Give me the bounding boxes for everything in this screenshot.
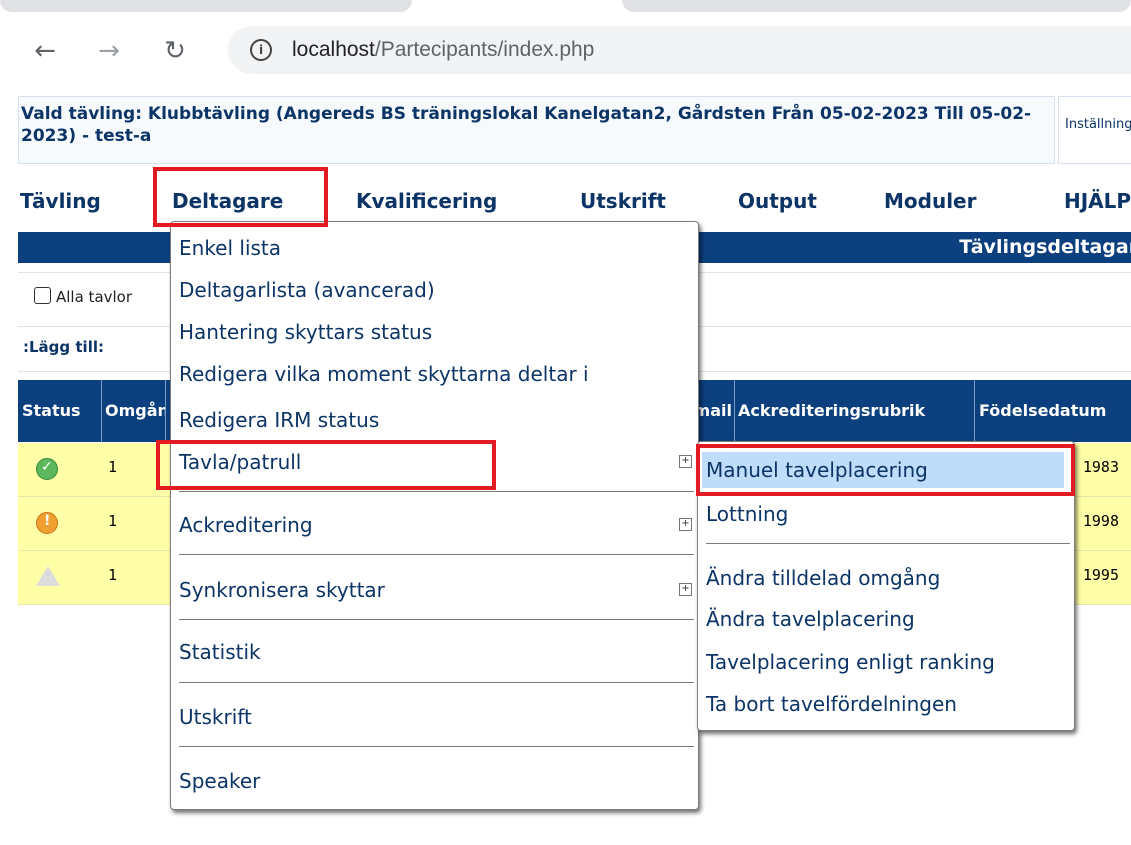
address-bar[interactable]: i localhost/Partecipants/index.php: [228, 26, 1131, 74]
all-boards-label: Alla tavlor: [56, 288, 133, 306]
browser-tab[interactable]: [0, 0, 412, 12]
competition-title: Vald tävling: Klubbtävling (Angereds BS …: [21, 104, 1032, 146]
submenu-item-andra-tavelplacering[interactable]: Ändra tavelplacering: [706, 605, 915, 633]
status-ok-icon: [36, 458, 58, 480]
birthdate-cell: 1998: [1082, 512, 1119, 530]
menu-item-synkronisera[interactable]: Synkronisera skyttar: [179, 576, 385, 604]
menu-item-redigera-moment[interactable]: Redigera vilka moment skyttarna deltar i: [179, 360, 589, 388]
column-fodelsedatum[interactable]: Födelsedatum: [975, 380, 1131, 442]
menu-utskrift[interactable]: Utskrift: [580, 176, 666, 226]
submenu-item-tavelplacering-ranking[interactable]: Tavelplacering enligt ranking: [706, 648, 995, 676]
submenu-arrow-icon: +: [679, 455, 692, 468]
url-path: /Partecipants/index.php: [374, 38, 595, 61]
arrow-right-icon[interactable]: →: [92, 34, 126, 68]
url-host: localhost: [292, 38, 375, 61]
info-icon[interactable]: i: [250, 39, 272, 61]
menu-item-ackreditering[interactable]: Ackreditering: [179, 511, 313, 539]
settings-link-box[interactable]: Inställningar: [1058, 96, 1131, 164]
submenu-item-ta-bort[interactable]: Ta bort tavelfördelningen: [706, 690, 957, 718]
menu-item-enkel-lista[interactable]: Enkel lista: [179, 234, 281, 262]
reload-icon[interactable]: ↻: [158, 34, 192, 68]
status-alert-icon: [36, 566, 60, 586]
submenu-arrow-icon: +: [679, 583, 692, 596]
menu-item-statistik[interactable]: Statistik: [179, 638, 261, 666]
menu-kvalificering[interactable]: Kvalificering: [356, 176, 497, 226]
menu-tavling[interactable]: Tävling: [20, 176, 101, 226]
menu-item-redigera-irm[interactable]: Redigera IRM status: [179, 406, 379, 434]
tab-strip: [0, 0, 1131, 14]
menu-item-hantering-status[interactable]: Hantering skyttars status: [179, 318, 432, 346]
status-warning-icon: [36, 512, 58, 534]
menu-item-deltagarlista[interactable]: Deltagarlista (avancerad): [179, 276, 435, 304]
menu-separator: [706, 543, 1070, 544]
highlight-deltagare: [153, 167, 328, 227]
menu-separator: [179, 619, 694, 620]
omgang-cell: 1: [108, 566, 118, 584]
highlight-tavla-patrull: [156, 440, 496, 490]
menu-item-speaker[interactable]: Speaker: [179, 767, 260, 795]
submenu-item-andra-omgang[interactable]: Ändra tilldelad omgång: [706, 564, 940, 592]
menu-separator: [179, 554, 694, 555]
competition-header: Vald tävling: Klubbtävling (Angereds BS …: [18, 96, 1055, 164]
section-title: Tävlingsdeltagare: [959, 236, 1131, 258]
all-boards-checkbox[interactable]: [34, 287, 51, 304]
submenu-item-lottning[interactable]: Lottning: [706, 500, 788, 528]
deltagare-dropdown: Enkel lista Deltagarlista (avancerad) Ha…: [170, 221, 699, 810]
column-ackrediteringsrubrik[interactable]: Ackrediteringsrubrik: [734, 380, 975, 442]
birthdate-cell: 1995: [1082, 566, 1119, 584]
add-label: :Lägg till:: [23, 338, 104, 356]
browser-tab[interactable]: [622, 0, 1131, 12]
highlight-manuel-tavelplacering: [696, 444, 1075, 496]
url-text[interactable]: localhost/Partecipants/index.php: [292, 34, 594, 66]
menu-separator: [179, 682, 694, 683]
menu-output[interactable]: Output: [738, 176, 817, 226]
omgang-cell: 1: [108, 458, 118, 476]
omgang-cell: 1: [108, 512, 118, 530]
browser-toolbar: ← → ↻ i localhost/Partecipants/index.php: [0, 14, 1131, 86]
menu-item-utskrift[interactable]: Utskrift: [179, 703, 252, 731]
birthdate-cell: 1983: [1082, 458, 1119, 476]
menu-separator: [179, 491, 694, 492]
column-status[interactable]: Status: [18, 380, 102, 442]
arrow-left-icon[interactable]: ←: [28, 34, 62, 68]
column-omgang[interactable]: Omgång: [102, 380, 166, 442]
menu-separator: [179, 746, 694, 747]
menu-moduler[interactable]: Moduler: [884, 176, 976, 226]
menu-hjalp[interactable]: HJÄLP: [1064, 176, 1131, 226]
settings-link[interactable]: Inställningar: [1065, 117, 1131, 132]
submenu-arrow-icon: +: [679, 518, 692, 531]
